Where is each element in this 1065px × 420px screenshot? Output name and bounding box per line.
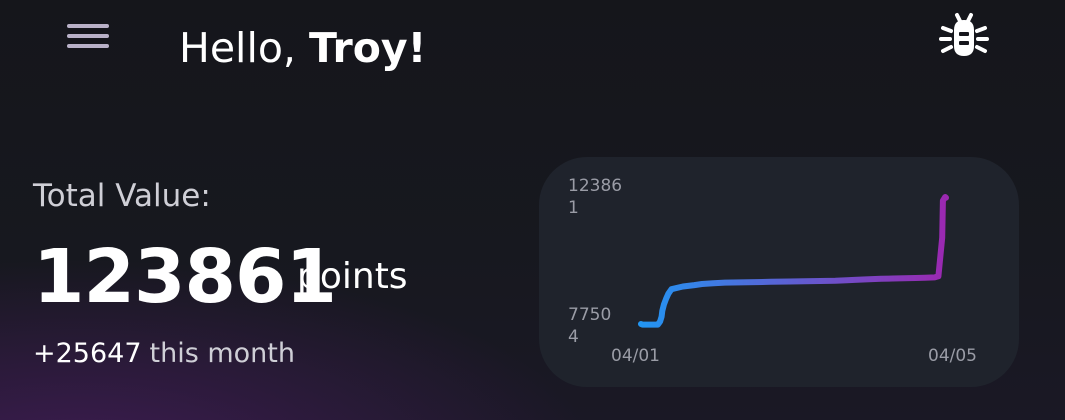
hamburger-menu-icon-bar-top <box>67 24 109 28</box>
value-line-chart: 12386 1 7750 404/01 04/05 <box>568 176 977 366</box>
series-line-0 <box>638 194 949 328</box>
hamburger-menu-button[interactable] <box>62 16 114 56</box>
value-chart-card[interactable]: 12386 1 7750 4 04/01 04/05 <box>539 157 1019 387</box>
total-value-label: Total Value: <box>33 178 211 214</box>
hamburger-menu-icon-bar-middle <box>67 34 109 38</box>
greeting-prefix: Hello, <box>179 24 296 72</box>
bug-icon <box>939 13 989 56</box>
y-tick-label-0: 12386 1 <box>568 176 622 218</box>
x-tick-label-1: 04/05 <box>928 346 977 366</box>
monthly-change: +25647 this month <box>33 336 295 372</box>
monthly-change-delta: +25647 <box>33 338 142 369</box>
x-tick-label-0: 04/01 <box>611 346 660 366</box>
hamburger-menu-icon-bar-bottom <box>67 44 109 48</box>
total-value-unit: points <box>297 256 408 297</box>
total-value-amount: 123861 <box>33 234 337 320</box>
y-tick-label-1: 7750 4 <box>568 305 611 347</box>
monthly-change-period: this month <box>149 338 295 369</box>
bug-report-button[interactable] <box>937 6 991 60</box>
greeting-title: Hello, Troy! <box>179 22 426 74</box>
user-name: Troy! <box>309 24 427 72</box>
